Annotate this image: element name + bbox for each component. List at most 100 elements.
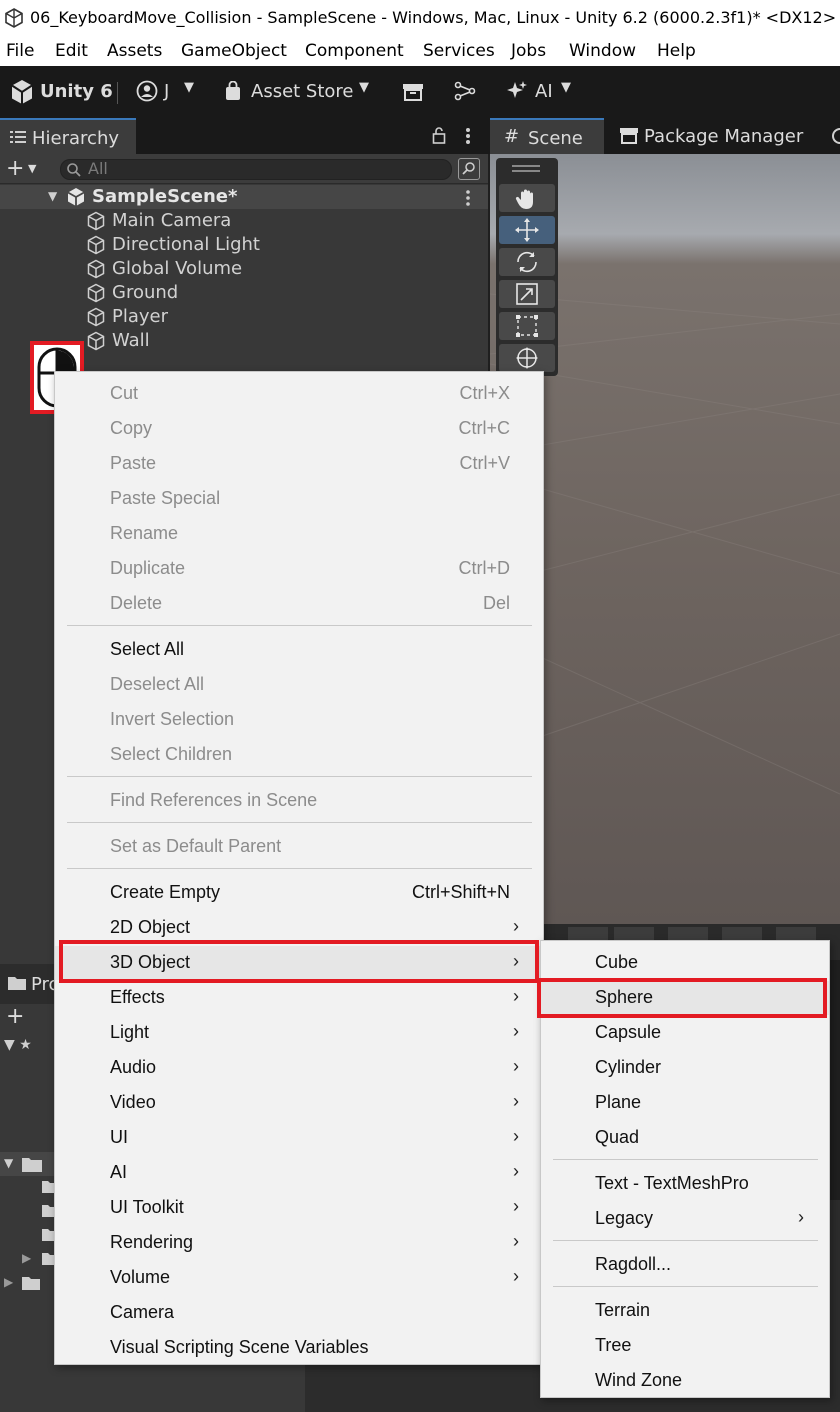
search-filter-icon[interactable] (458, 158, 480, 180)
menu-item-set-default-parent[interactable]: Set as Default Parent (55, 830, 543, 864)
favorites-star-icon[interactable]: ▼ ★ (4, 1037, 32, 1053)
add-icon[interactable]: + (6, 158, 24, 180)
menu-item-rename[interactable]: Rename (55, 517, 543, 551)
menu-assets[interactable]: Assets (107, 41, 162, 61)
menu-separator (67, 776, 532, 777)
menu-component[interactable]: Component (305, 41, 404, 61)
hierarchy-item-player[interactable]: Player (0, 305, 488, 329)
menu-jobs[interactable]: Jobs (511, 41, 546, 61)
menu-item-ai[interactable]: AI › (55, 1156, 543, 1190)
gameobject-cube-icon (86, 331, 106, 351)
hand-tool-button[interactable] (499, 184, 555, 212)
menu-gameobject[interactable]: GameObject (181, 41, 287, 61)
tab-package-manager[interactable]: Package Manager (644, 126, 803, 147)
package-icon[interactable] (402, 83, 424, 101)
hierarchy-search-input[interactable] (60, 159, 452, 180)
menu-item-wind-zone[interactable]: Wind Zone (541, 1364, 829, 1398)
menu-item-light[interactable]: Light › (55, 1016, 543, 1050)
lock-icon[interactable] (432, 126, 446, 144)
chevron-down-icon[interactable]: ▼ (359, 80, 369, 95)
menu-item-volume[interactable]: Volume › (55, 1261, 543, 1295)
hierarchy-item-global-volume[interactable]: Global Volume (0, 257, 488, 281)
add-icon[interactable]: + (6, 1004, 24, 1029)
menu-item-label: Duplicate (110, 558, 186, 578)
menu-help[interactable]: Help (657, 41, 696, 61)
menu-item-tree[interactable]: Tree (541, 1329, 829, 1363)
menu-item-delete[interactable]: Delete Del (55, 587, 543, 621)
menu-item-label: Visual Scripting Scene Variables (110, 1337, 369, 1357)
menu-edit[interactable]: Edit (55, 41, 88, 61)
rotate-tool-button[interactable] (499, 248, 555, 276)
tab-hierarchy[interactable]: Hierarchy (0, 118, 136, 154)
chevron-right-icon: › (513, 1266, 519, 1286)
move-tool-button[interactable] (499, 216, 555, 244)
menu-item-cylinder[interactable]: Cylinder (541, 1051, 829, 1085)
hierarchy-item-directional-light[interactable]: Directional Light (0, 233, 488, 257)
chevron-down-icon[interactable]: ▼ (184, 80, 194, 95)
expand-arrow-icon[interactable]: ▶ (4, 1275, 13, 1289)
ai-button[interactable]: AI (535, 81, 553, 102)
more-options-icon[interactable] (465, 190, 471, 206)
menu-services[interactable]: Services (423, 41, 495, 61)
chevron-down-icon[interactable]: ▼ (28, 162, 36, 175)
menu-item-shortcut: Ctrl+C (458, 418, 510, 438)
version-control-icon[interactable] (454, 81, 476, 101)
asset-store-button[interactable]: Asset Store (251, 81, 354, 102)
tab-scene[interactable]: # Scene (490, 118, 604, 154)
menu-item-quad[interactable]: Quad (541, 1121, 829, 1155)
menu-item-label: Audio (110, 1057, 157, 1077)
menu-item-duplicate[interactable]: Duplicate Ctrl+D (55, 552, 543, 586)
menu-item-create-empty[interactable]: Create Empty Ctrl+Shift+N (55, 876, 543, 910)
menu-item-capsule[interactable]: Capsule (541, 1016, 829, 1050)
account-icon[interactable] (136, 80, 158, 102)
menu-item-invert-selection[interactable]: Invert Selection (55, 703, 543, 737)
ai-sparkle-icon[interactable] (506, 80, 528, 102)
menu-file[interactable]: File (6, 41, 34, 61)
expand-arrow-icon[interactable]: ▼ (48, 189, 57, 203)
menu-item-text-textmeshpro[interactable]: Text - TextMeshPro (541, 1167, 829, 1201)
menu-item-legacy[interactable]: Legacy › (541, 1202, 829, 1236)
menu-item-label: Create Empty (110, 882, 221, 902)
more-options-icon[interactable] (465, 127, 471, 145)
menu-item-paste-special[interactable]: Paste Special (55, 482, 543, 516)
menu-item-ui-toolkit[interactable]: UI Toolkit › (55, 1191, 543, 1225)
chevron-down-icon[interactable]: ▼ (561, 80, 571, 95)
menu-item-plane[interactable]: Plane (541, 1086, 829, 1120)
expand-arrow-icon[interactable]: ▼ (4, 1156, 13, 1170)
menu-item-deselect-all[interactable]: Deselect All (55, 668, 543, 702)
scene-root-row[interactable]: ▼ SampleScene* (0, 185, 488, 209)
hierarchy-item-label: Directional Light (112, 234, 260, 255)
menu-item-select-all[interactable]: Select All (55, 633, 543, 667)
chevron-right-icon: › (513, 1126, 519, 1146)
hierarchy-item-ground[interactable]: Ground (0, 281, 488, 305)
menu-window[interactable]: Window (569, 41, 636, 61)
hierarchy-item-label: Main Camera (112, 210, 232, 231)
menu-item-cut[interactable]: Cut Ctrl+X (55, 377, 543, 411)
transform-tool-button[interactable] (499, 344, 555, 372)
scale-tool-button[interactable] (499, 280, 555, 308)
menu-item-copy[interactable]: Copy Ctrl+C (55, 412, 543, 446)
menu-item-select-children[interactable]: Select Children (55, 738, 543, 772)
folder-icon[interactable] (22, 1276, 40, 1290)
expand-arrow-icon[interactable]: ▶ (22, 1251, 31, 1265)
chevron-right-icon: › (513, 1231, 519, 1251)
menu-item-effects[interactable]: Effects › (55, 981, 543, 1015)
hierarchy-item-label: Global Volume (112, 258, 243, 279)
menu-item-rendering[interactable]: Rendering › (55, 1226, 543, 1260)
rect-tool-button[interactable] (499, 312, 555, 340)
menu-item-paste[interactable]: Paste Ctrl+V (55, 447, 543, 481)
hierarchy-item-main-camera[interactable]: Main Camera (0, 209, 488, 233)
menu-item-video[interactable]: Video › (55, 1086, 543, 1120)
menu-item-terrain[interactable]: Terrain (541, 1294, 829, 1328)
menu-item-ui[interactable]: UI › (55, 1121, 543, 1155)
menu-item-visual-scripting-scene-variables[interactable]: Visual Scripting Scene Variables (55, 1331, 543, 1365)
menu-item-cube[interactable]: Cube (541, 946, 829, 980)
menu-item-camera[interactable]: Camera (55, 1296, 543, 1330)
menu-item-ragdoll[interactable]: Ragdoll... (541, 1248, 829, 1282)
menu-separator (553, 1240, 818, 1241)
menu-item-find-references[interactable]: Find References in Scene (55, 784, 543, 818)
menu-item-label: UI Toolkit (110, 1197, 184, 1217)
account-button[interactable]: J (164, 81, 169, 102)
menu-item-audio[interactable]: Audio › (55, 1051, 543, 1085)
menu-item-label: Rendering (110, 1232, 194, 1252)
